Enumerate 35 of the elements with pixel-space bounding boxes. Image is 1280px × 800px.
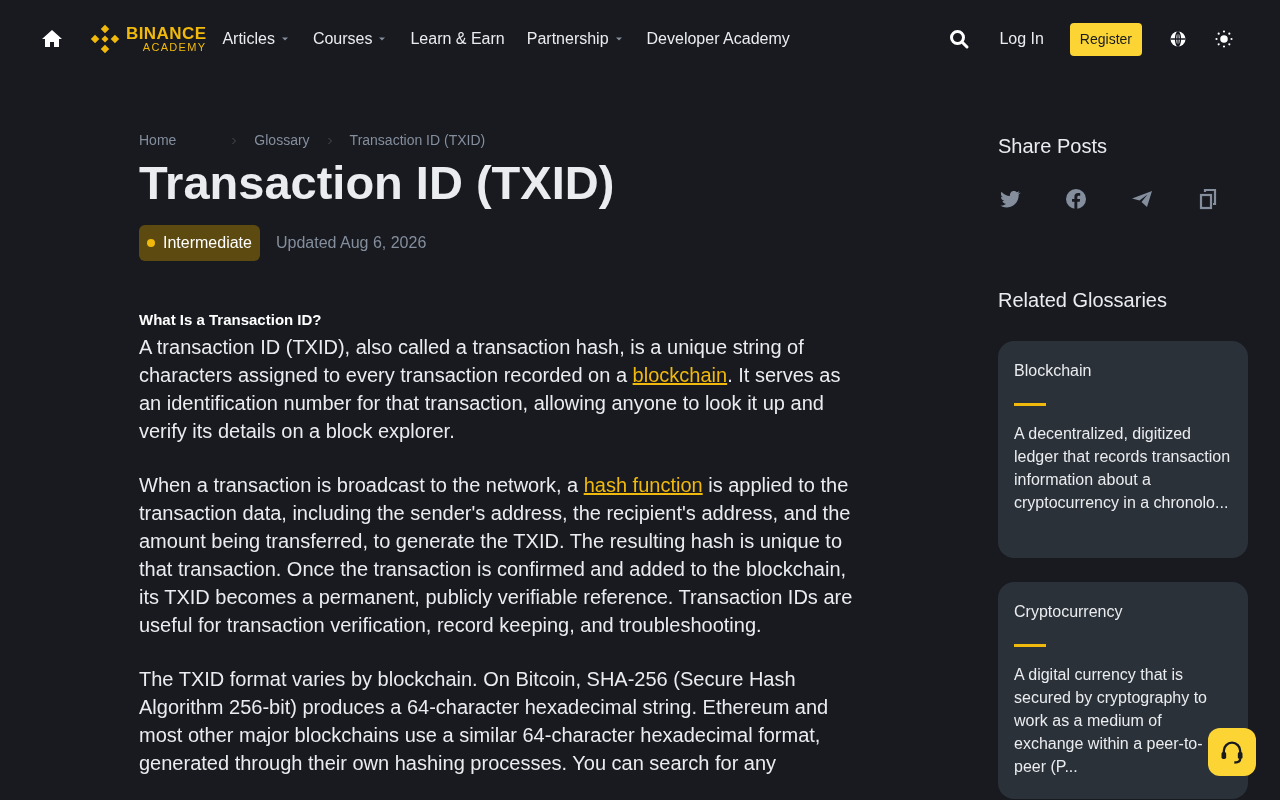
- updated-date: Updated Aug 6, 2026: [275, 233, 427, 254]
- theme-icon[interactable]: [1214, 29, 1234, 49]
- facebook-icon[interactable]: [1064, 187, 1088, 211]
- logo-subtext[interactable]: ACADEMY: [128, 42, 207, 53]
- level-badge: Intermediate: [139, 225, 260, 262]
- nav-item[interactable]: Partnership: [522, 27, 629, 51]
- logo-icon: [88, 22, 122, 56]
- nav-item[interactable]: Developer Academy: [642, 27, 794, 51]
- nav-item[interactable]: Learn & Earn: [406, 27, 509, 51]
- related-heading: Related Glossaries: [998, 288, 1168, 313]
- inline-link[interactable]: hash function: [583, 473, 703, 496]
- paragraph: A transaction ID (TXID), also called a transaction hash, is a unique string of characters assigned to every transaction recorded on a blockchain. It serves as an identification number for that transaction, allowing anyone to look it up and verify its details on a block explorer.: [139, 334, 842, 444]
- register-button[interactable]: Register: [1069, 22, 1142, 56]
- share-heading: Share Posts: [998, 134, 1108, 159]
- nav-item[interactable]: Courses: [308, 27, 393, 51]
- paragraph: The TXID format varies by blockchain. On Bitcoin, SHA-256 (Secure Hash Algorithm 256-bit) produces a 64-character hexadecimal string. Ethereum and most other major blockchains use a similar 64-character hexadecimal format, generated through their own hashing processes. You can search for any: [139, 666, 830, 776]
- accent-bar: [1014, 403, 1046, 406]
- card-description: A decentralized, digitized ledger that records transaction information about a cryptocurrency in a chronolo...: [1014, 424, 1232, 513]
- globe-icon[interactable]: [1168, 29, 1188, 49]
- accent-bar: [1014, 644, 1046, 647]
- support-button[interactable]: [1208, 728, 1256, 776]
- breadcrumb-link[interactable]: Home: [139, 130, 177, 151]
- card-title: Cryptocurrency: [1014, 602, 1124, 622]
- nav-item[interactable]: Articles: [218, 27, 295, 51]
- logo-text[interactable]: BINANCE: [126, 25, 207, 42]
- card-description: A digital currency that is secured by cryptography to work as a medium of exchange within a peer-to-peer (P...: [1014, 665, 1208, 777]
- paragraph: When a transaction is broadcast to the network, a hash function is applied to the transaction data, including the sender's address, the recipient's address, and the amount being transferred, to generate the TXID. The resulting hash is unique to that transaction. Once the transaction is confirmed and added to the blockchain, its TXID becomes a permanent, publicly verifiable reference. Transaction IDs are useful for transaction verification, record keeping, and troubleshooting.: [139, 472, 854, 638]
- section-heading: What Is a Transaction ID?: [139, 310, 323, 331]
- card-title: Blockchain: [1014, 361, 1093, 381]
- glossary-card[interactable]: Cryptocurrency A digital currency that is secured by cryptography to work as a medium of exchange within a peer-to-peer (P...: [998, 582, 1248, 799]
- login-link[interactable]: Log In: [999, 27, 1044, 51]
- glossary-card[interactable]: Blockchain A decentralized, digitized ledger that records transaction information about a cryptocurrency in a chronolo...: [998, 341, 1248, 558]
- breadcrumb-link[interactable]: Glossary: [254, 130, 310, 151]
- inline-link[interactable]: blockchain: [632, 363, 728, 386]
- page-title: Transaction ID (TXID): [139, 155, 616, 211]
